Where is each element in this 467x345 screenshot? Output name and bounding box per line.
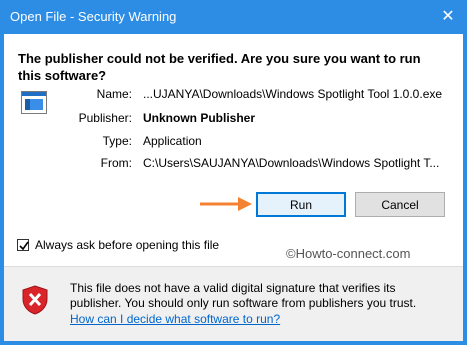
title-bar[interactable]: Open File - Security Warning ✕ — [0, 0, 467, 34]
help-link[interactable]: How can I decide what software to run? — [70, 312, 280, 326]
window-title: Open File - Security Warning — [10, 9, 177, 24]
from-value: C:\Users\SAUJANYA\Downloads\Windows Spot… — [143, 156, 440, 170]
close-button[interactable]: ✕ — [437, 6, 459, 28]
from-label: From: — [100, 156, 132, 170]
always-ask-checkbox[interactable] — [17, 239, 29, 251]
cancel-button[interactable]: Cancel — [355, 192, 445, 217]
watermark-text: ©Howto-connect.com — [286, 246, 411, 261]
footer-panel: This file does not have a valid digital … — [4, 266, 463, 341]
run-button[interactable]: Run — [256, 192, 346, 217]
security-warning-dialog: Open File - Security Warning ✕ The publi… — [0, 0, 467, 345]
signature-warning-text: This file does not have a valid digital … — [70, 281, 417, 310]
publisher-value: Unknown Publisher — [143, 111, 256, 125]
always-ask-label[interactable]: Always ask before opening this file — [35, 238, 219, 252]
name-label: Name: — [96, 87, 132, 101]
checkmark-icon — [19, 241, 29, 251]
dialog-content: The publisher could not be verified. Are… — [4, 34, 463, 341]
application-window-icon — [21, 91, 47, 114]
name-value: ...UJANYA\Downloads\Windows Spotlight To… — [143, 87, 443, 101]
orange-arrow-icon — [200, 197, 252, 211]
publisher-label: Publisher: — [78, 111, 132, 125]
type-value: Application — [143, 134, 202, 148]
type-label: Type: — [102, 134, 132, 148]
warning-headline: The publisher could not be verified. Are… — [18, 51, 421, 83]
red-shield-x-icon — [22, 285, 48, 315]
